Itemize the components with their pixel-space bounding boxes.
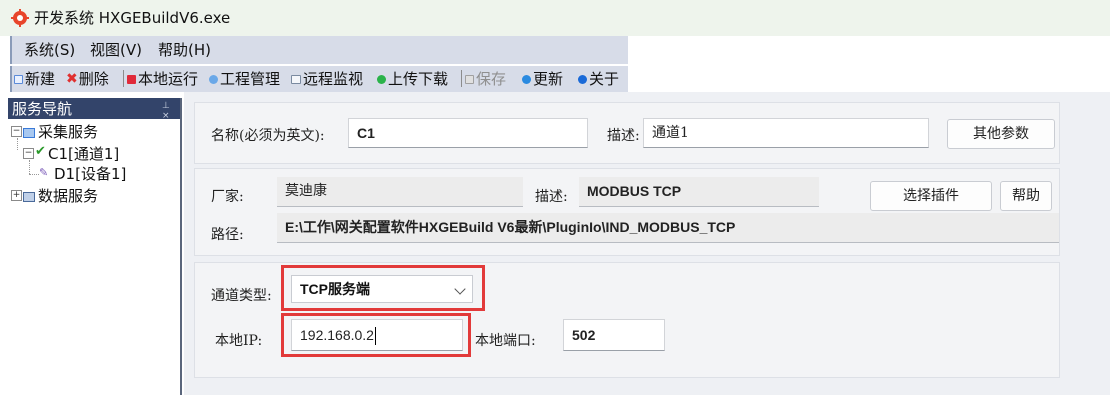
toolbar: 新建 ✖ 删除 本地运行 工程管理 远程监视 上传下载 保存 更新 关于 bbox=[10, 66, 628, 92]
local-port-input[interactable]: 502 bbox=[563, 319, 665, 351]
service-icon bbox=[23, 128, 35, 138]
toolbar-separator bbox=[123, 70, 124, 87]
project-icon bbox=[209, 74, 218, 84]
channel-config-panel: 名称(必须为英文): C1 描述: 通道1 其他参数 厂家: 莫迪康 描述: M… bbox=[184, 92, 1110, 395]
channel-info-group: 名称(必须为英文): C1 描述: 通道1 其他参数 bbox=[194, 102, 1060, 164]
service-navigation-panel: 服务导航 ⊥ × − 采集服务 − ✔ C1[通道1] ✎ D1[设备1] + … bbox=[8, 98, 182, 395]
name-input[interactable]: C1 bbox=[348, 118, 588, 148]
menu-system[interactable]: 系统(S) bbox=[24, 41, 75, 59]
menu-bar: 系统(S) 视图(V) 帮助(H) bbox=[10, 36, 628, 64]
tree-channel[interactable]: C1[通道1] bbox=[48, 145, 119, 163]
project-management-button[interactable]: 工程管理 bbox=[209, 69, 280, 89]
update-icon bbox=[522, 74, 531, 84]
plugin-description-value: MODBUS TCP bbox=[579, 177, 819, 207]
name-label: 名称(必须为英文): bbox=[211, 128, 325, 144]
new-button[interactable]: 新建 bbox=[14, 69, 55, 89]
help-button[interactable]: 帮助 bbox=[1000, 181, 1052, 211]
tree-connector bbox=[29, 174, 39, 175]
highlight-box-local-ip bbox=[281, 313, 471, 357]
path-label: 路径: bbox=[211, 227, 244, 243]
about-button[interactable]: 关于 bbox=[578, 69, 619, 89]
data-service-icon bbox=[23, 192, 35, 202]
select-plugin-button[interactable]: 选择插件 bbox=[870, 181, 992, 211]
save-button[interactable]: 保存 bbox=[465, 69, 506, 89]
plugin-path-value: E:\工作\网关配置软件HXGEBuild V6最新\PluginIo\IND_… bbox=[277, 213, 1059, 243]
window-title: 开发系统 HXGEBuildV6.exe bbox=[34, 9, 231, 27]
connection-group: 通道类型: TCP服务端 本地IP: 192.168.0.2 本地端口: 502 bbox=[194, 262, 1060, 378]
gear-icon bbox=[11, 9, 29, 27]
description-input[interactable]: 通道1 bbox=[643, 118, 929, 148]
plugin-description-label: 描述: bbox=[535, 189, 568, 205]
pin-icon[interactable]: ⊥ × bbox=[162, 101, 180, 121]
collapse-toggle[interactable]: − bbox=[11, 126, 22, 137]
expand-toggle[interactable]: + bbox=[11, 190, 22, 201]
monitor-icon bbox=[291, 74, 301, 84]
vendor-label: 厂家: bbox=[211, 189, 244, 205]
new-icon bbox=[14, 74, 23, 84]
toolbar-separator bbox=[461, 70, 462, 87]
run-icon bbox=[127, 74, 136, 84]
run-local-button[interactable]: 本地运行 bbox=[127, 69, 198, 89]
delete-button[interactable]: ✖ 删除 bbox=[66, 69, 109, 89]
delete-icon: ✖ bbox=[66, 71, 78, 87]
upload-icon bbox=[377, 74, 386, 84]
description-label: 描述: bbox=[607, 128, 640, 144]
plugin-info-group: 厂家: 莫迪康 描述: MODBUS TCP 选择插件 帮助 路径: E:\工作… bbox=[194, 168, 1060, 256]
collapse-toggle[interactable]: − bbox=[23, 148, 34, 159]
remote-monitor-button[interactable]: 远程监视 bbox=[291, 69, 363, 89]
vendor-value: 莫迪康 bbox=[277, 177, 523, 207]
local-port-label: 本地端口: bbox=[475, 333, 536, 349]
tree-device[interactable]: D1[设备1] bbox=[54, 165, 126, 183]
update-button[interactable]: 更新 bbox=[522, 69, 563, 89]
channel-type-label: 通道类型: bbox=[211, 288, 272, 304]
tree-collect-service[interactable]: 采集服务 bbox=[38, 123, 98, 141]
upload-download-button[interactable]: 上传下载 bbox=[377, 69, 448, 89]
save-icon bbox=[465, 74, 474, 84]
highlight-box-channel-type bbox=[281, 265, 485, 311]
tree-connector bbox=[29, 160, 30, 174]
menu-help[interactable]: 帮助(H) bbox=[158, 41, 211, 59]
local-ip-label: 本地IP: bbox=[215, 333, 263, 349]
info-icon bbox=[578, 74, 587, 84]
title-bar: 开发系统 HXGEBuildV6.exe bbox=[0, 0, 1110, 36]
check-icon: ✔ bbox=[35, 144, 46, 159]
menu-view[interactable]: 视图(V) bbox=[90, 41, 142, 59]
tree-connector bbox=[17, 138, 18, 150]
tree-data-service[interactable]: 数据服务 bbox=[38, 187, 98, 205]
other-params-button[interactable]: 其他参数 bbox=[947, 119, 1055, 149]
device-icon: ✎ bbox=[39, 166, 49, 179]
nav-panel-header: 服务导航 ⊥ × bbox=[8, 98, 180, 121]
